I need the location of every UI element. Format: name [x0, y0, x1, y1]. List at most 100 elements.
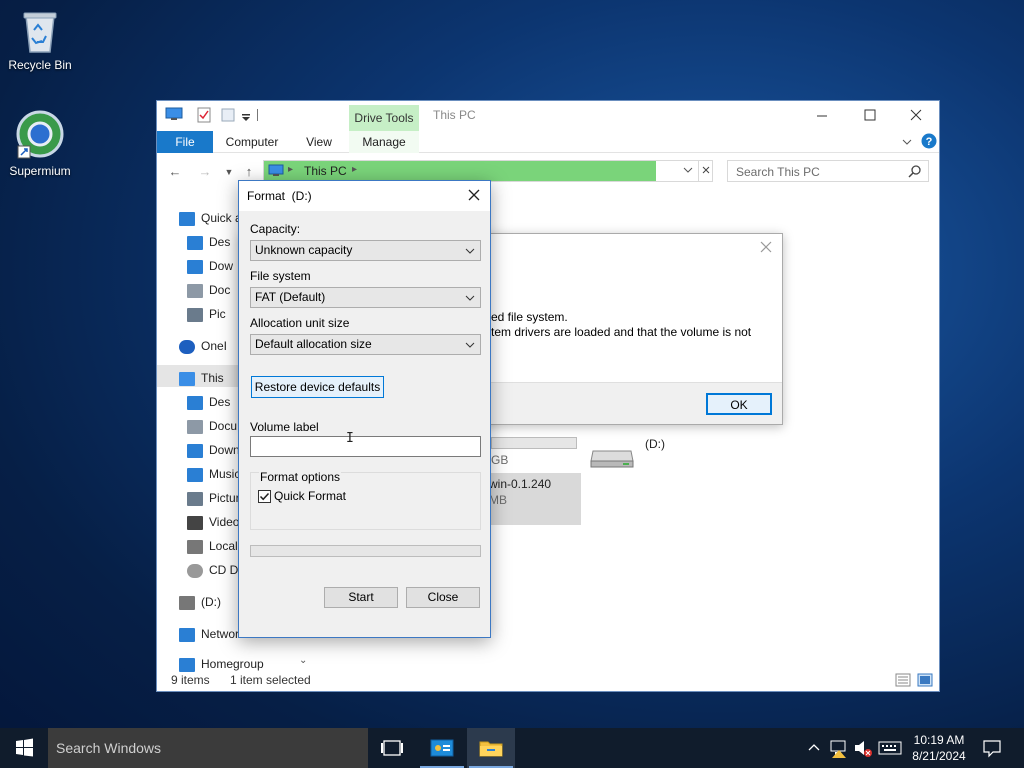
- supermium-label: Supermium: [9, 164, 71, 178]
- sidebar-item[interactable]: Music: [187, 463, 240, 485]
- volume-icon[interactable]: [852, 728, 874, 768]
- address-clear-button[interactable]: [698, 161, 712, 181]
- explorer-titlebar: Drive Tools This PC: [157, 101, 939, 131]
- taskbar-app-control-panel[interactable]: [418, 728, 466, 768]
- d-drive-tile[interactable]: (D:): [589, 437, 709, 477]
- cloud-icon: [179, 339, 195, 354]
- ok-button[interactable]: OK: [706, 393, 772, 415]
- start-button[interactable]: [0, 728, 48, 768]
- start-button[interactable]: Start: [324, 587, 398, 608]
- music-icon: [187, 467, 203, 482]
- close-button[interactable]: [903, 103, 929, 127]
- allocation-unit-value: Default allocation size: [255, 337, 372, 351]
- tab-file[interactable]: File: [157, 131, 213, 153]
- document-icon: [187, 419, 203, 434]
- sidebar-item[interactable]: Dow: [187, 255, 233, 277]
- status-bar: 9 items 1 item selected: [157, 671, 939, 691]
- tab-view[interactable]: View: [297, 131, 341, 153]
- breadcrumb-separator-icon: ▸: [352, 164, 358, 175]
- drive-icon: [187, 539, 203, 554]
- clock-time: 10:19 AM: [913, 733, 965, 747]
- contextual-tab-header: Drive Tools: [349, 105, 419, 131]
- error-dialog-close-button[interactable]: [759, 240, 773, 257]
- allocation-unit-label: Allocation unit size: [250, 316, 350, 330]
- sidebar-item[interactable]: OneI: [179, 335, 227, 357]
- forward-button[interactable]: →: [195, 161, 215, 183]
- sidebar-item-label: Dow: [209, 259, 234, 273]
- search-icon: [908, 164, 922, 181]
- error-message-line-1: ed file system.: [491, 310, 568, 324]
- sidebar-item[interactable]: Down: [187, 439, 240, 461]
- allocation-unit-select[interactable]: Default allocation size: [250, 334, 481, 355]
- maximize-button[interactable]: [857, 103, 883, 127]
- sidebar-item[interactable]: Video: [187, 511, 239, 533]
- ribbon-expand-icon[interactable]: [901, 136, 913, 150]
- capacity-label: Capacity:: [250, 222, 301, 236]
- details-view-button[interactable]: [895, 673, 911, 690]
- nav-scroll-down-icon[interactable]: ⌄: [299, 655, 307, 666]
- keyboard-icon[interactable]: [876, 728, 904, 768]
- format-dialog-title: Format (D:): [247, 189, 312, 203]
- volume-label-input[interactable]: [250, 436, 481, 457]
- star-icon: [179, 211, 195, 226]
- cd-drive-tile[interactable]: win-0.1.240 MB: [481, 473, 581, 525]
- restore-device-defaults-button[interactable]: Restore device defaults: [251, 376, 384, 398]
- taskbar-search-input[interactable]: Search Windows: [48, 728, 368, 768]
- address-bar[interactable]: ▸ This PC ▸: [263, 160, 713, 182]
- capacity-select[interactable]: Unknown capacity: [250, 240, 481, 261]
- drive-icon: [179, 595, 195, 610]
- customize-quick-access-icon[interactable]: [241, 111, 251, 127]
- homegroup-icon: [179, 657, 195, 672]
- sidebar-item[interactable]: Quick a: [179, 207, 242, 229]
- large-icons-view-button[interactable]: [917, 673, 933, 690]
- show-hidden-icons-button[interactable]: [804, 728, 824, 768]
- capacity-value: Unknown capacity: [255, 243, 353, 257]
- computer-icon: [179, 371, 195, 386]
- desktop-icon-supermium[interactable]: Supermium: [0, 110, 80, 178]
- sidebar-item-label: Des: [209, 395, 231, 409]
- tab-computer[interactable]: Computer: [219, 131, 285, 153]
- sidebar-item[interactable]: Des: [187, 391, 230, 413]
- task-view-button[interactable]: [368, 728, 416, 768]
- sidebar-item-label: Local: [209, 539, 238, 553]
- file-system-value: FAT (Default): [255, 290, 326, 304]
- address-dropdown-button[interactable]: [682, 164, 694, 179]
- sidebar-item-label: (D:): [201, 595, 221, 609]
- picture-icon: [187, 491, 203, 506]
- clock[interactable]: 10:19 AM 8/21/2024: [906, 728, 972, 768]
- breadcrumb[interactable]: This PC: [304, 164, 347, 178]
- sidebar-item-label: Doc: [209, 283, 231, 297]
- back-button[interactable]: ←: [165, 161, 185, 183]
- sidebar-item[interactable]: This: [179, 367, 224, 389]
- help-icon[interactable]: ?: [921, 133, 937, 152]
- tab-manage[interactable]: Manage: [349, 131, 419, 153]
- minimize-button[interactable]: [809, 103, 835, 127]
- sidebar-item[interactable]: Doc: [187, 279, 230, 301]
- quick-format-checkbox[interactable]: [258, 490, 271, 503]
- search-input[interactable]: Search This PC: [727, 160, 929, 182]
- sidebar-item[interactable]: CD Dr: [187, 559, 242, 581]
- recent-locations-button[interactable]: ▼: [219, 161, 239, 183]
- desktop-icon-recycle-bin[interactable]: Recycle Bin: [0, 8, 80, 72]
- sidebar-item[interactable]: Docu: [187, 415, 237, 437]
- properties-icon[interactable]: [197, 107, 211, 123]
- sidebar-item-label: Homegroup: [201, 657, 264, 671]
- sidebar-item[interactable]: Pictur: [187, 487, 240, 509]
- sidebar-item[interactable]: Networ: [179, 623, 239, 645]
- taskbar-app-file-explorer[interactable]: [467, 728, 515, 768]
- sidebar-item[interactable]: Local: [187, 535, 238, 557]
- search-placeholder: Search This PC: [736, 165, 820, 179]
- format-dialog-close-button[interactable]: [467, 188, 481, 205]
- sidebar-item[interactable]: (D:): [179, 591, 221, 613]
- new-folder-icon[interactable]: [221, 107, 235, 123]
- sidebar-item-label: OneI: [201, 339, 228, 353]
- breadcrumb-separator-icon: ▸: [288, 164, 294, 175]
- document-icon: [187, 283, 203, 298]
- file-system-select[interactable]: FAT (Default): [250, 287, 481, 308]
- clock-date: 8/21/2024: [912, 749, 966, 763]
- sidebar-item[interactable]: Pic: [187, 303, 226, 325]
- network-icon[interactable]: [828, 728, 850, 768]
- sidebar-item[interactable]: Des: [187, 231, 230, 253]
- notifications-icon[interactable]: [978, 728, 1006, 768]
- format-close-button[interactable]: Close: [406, 587, 480, 608]
